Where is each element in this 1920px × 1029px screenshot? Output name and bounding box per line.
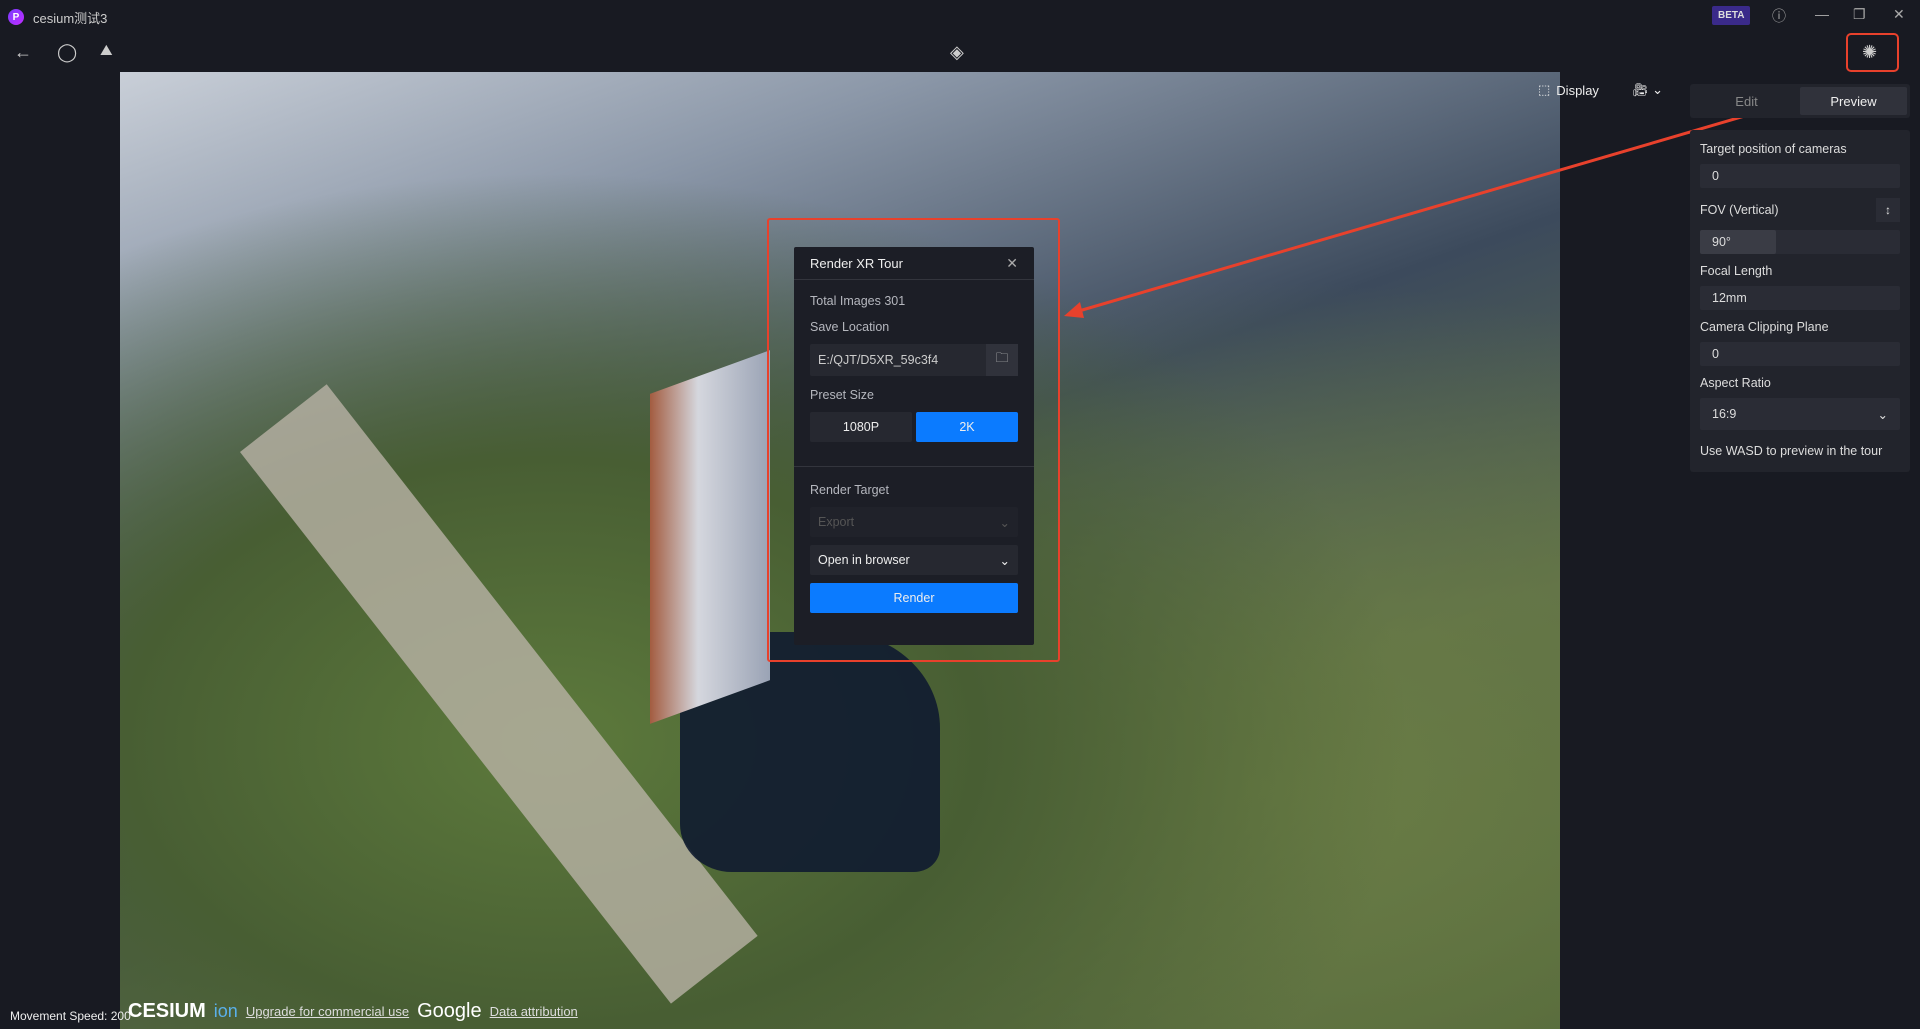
vertical-resize-icon[interactable]: ↕	[1876, 198, 1900, 222]
right-panel: Edit Preview Target position of cameras …	[1690, 84, 1910, 472]
annotation-arrow	[1064, 89, 1831, 318]
wasd-hint: Use WASD to preview in the tour	[1700, 444, 1883, 458]
fov-slider[interactable]: 90°	[1700, 230, 1900, 254]
clip-label: Camera Clipping Plane	[1700, 320, 1829, 334]
target-label: Target position of cameras	[1700, 142, 1847, 156]
target-input[interactable]: 0	[1700, 164, 1900, 188]
aspect-label: Aspect Ratio	[1700, 376, 1771, 390]
tab-edit[interactable]: Edit	[1693, 87, 1800, 115]
clip-input[interactable]: 0	[1700, 342, 1900, 366]
fov-label: FOV (Vertical)	[1700, 203, 1779, 217]
tab-preview[interactable]: Preview	[1800, 87, 1907, 115]
focal-label: Focal Length	[1700, 264, 1773, 278]
focal-input[interactable]: 12mm	[1700, 286, 1900, 310]
aspect-select[interactable]: 16:9 ⌄	[1700, 398, 1900, 430]
chevron-down-icon: ⌄	[1877, 407, 1888, 422]
